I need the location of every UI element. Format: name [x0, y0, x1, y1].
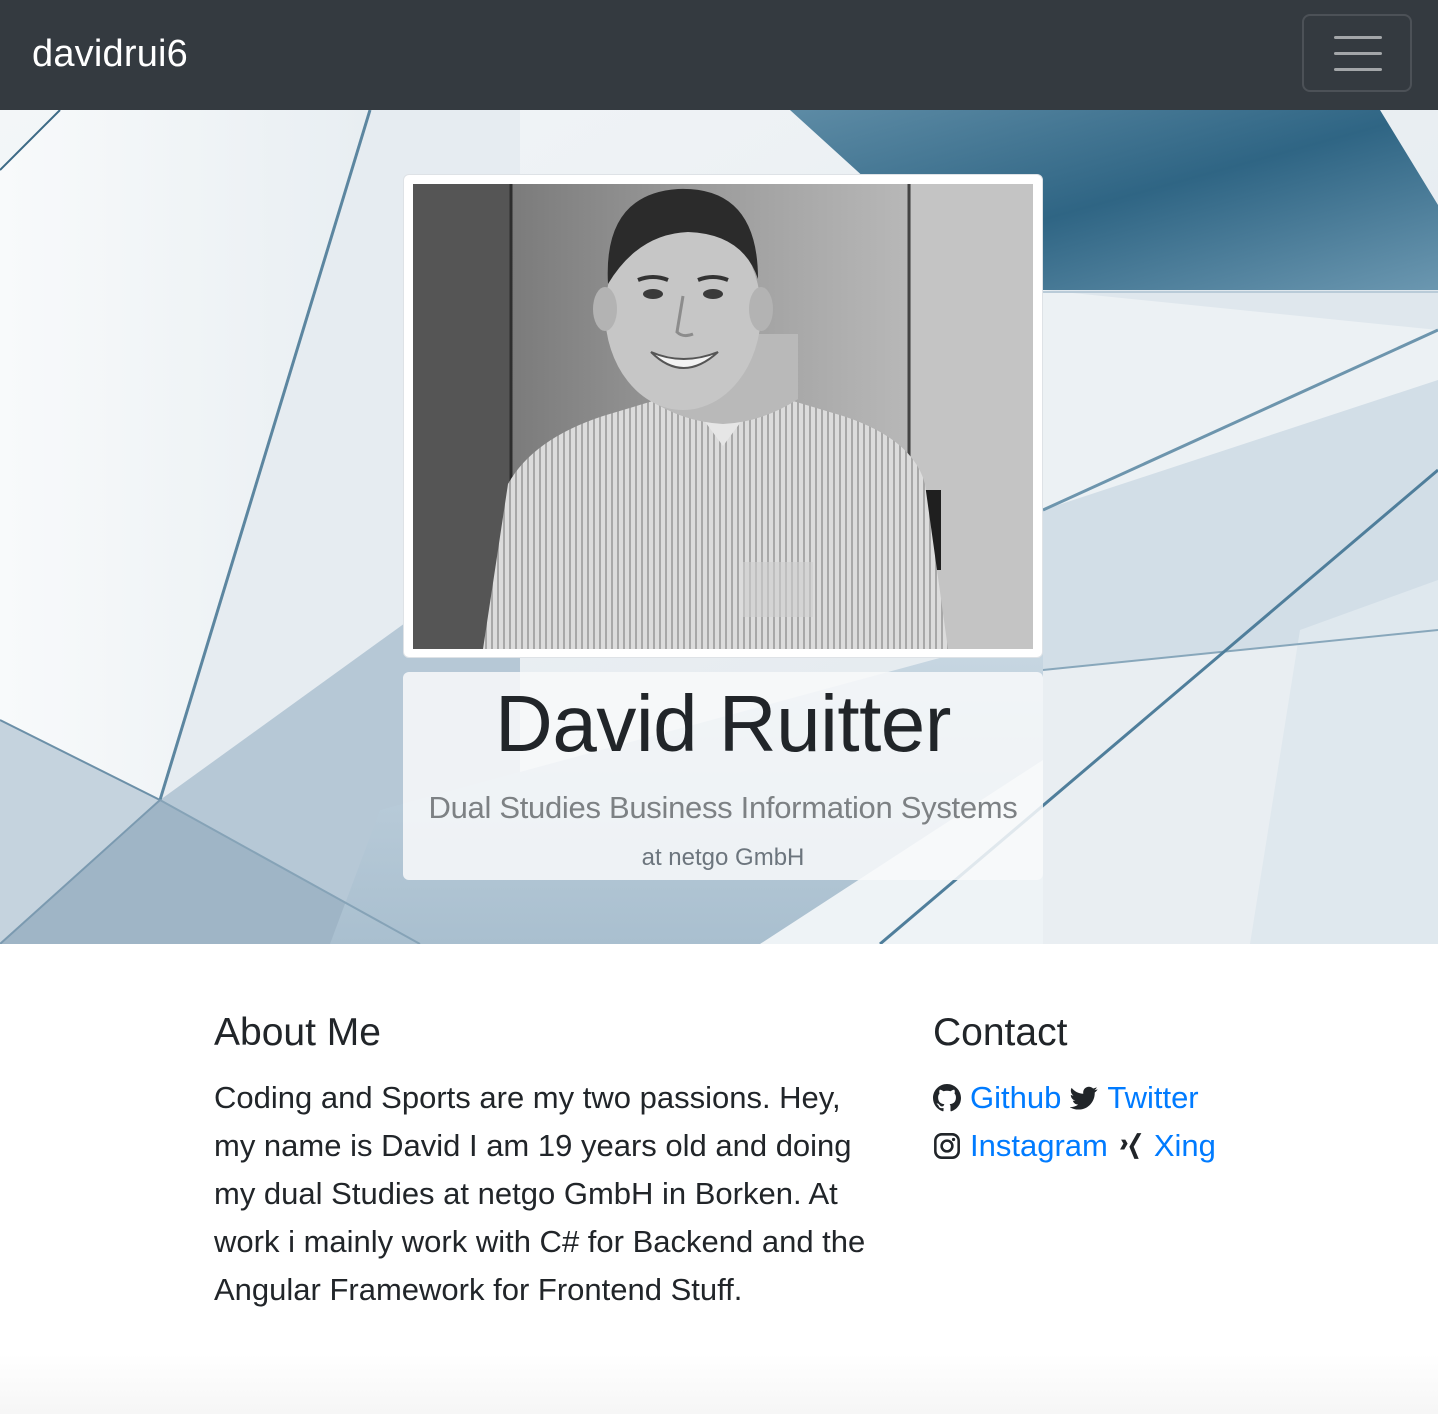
xing-link[interactable]: Xing: [1154, 1122, 1216, 1170]
xing-icon: [1117, 1132, 1145, 1160]
hamburger-icon: [1334, 36, 1382, 71]
contact-heading: Contact: [933, 1011, 1068, 1054]
profile-photo-frame: [403, 174, 1043, 658]
contact-row: Github Twitter: [933, 1074, 1208, 1122]
profile-company: at netgo GmbH: [641, 844, 805, 871]
github-link[interactable]: Github: [970, 1074, 1061, 1122]
twitter-link[interactable]: Twitter: [1107, 1074, 1198, 1122]
name-card: David Ruitter Dual Studies Business Info…: [403, 672, 1043, 880]
instagram-link[interactable]: Instagram: [970, 1122, 1108, 1170]
instagram-icon: [933, 1132, 961, 1160]
profile-subtitle: Dual Studies Business Information System…: [428, 790, 1018, 825]
about-text: Coding and Sports are my two passions. H…: [214, 1080, 866, 1307]
profile-name: David Ruitter: [495, 679, 951, 768]
github-icon: [933, 1084, 961, 1112]
hero-section: David Ruitter Dual Studies Business Info…: [0, 110, 1438, 944]
portrait-image: [413, 184, 1033, 649]
navbar: davidrui6: [0, 0, 1438, 110]
profile-photo: [413, 184, 1033, 649]
about-heading: About Me: [214, 1011, 381, 1054]
navbar-toggle-button[interactable]: [1302, 14, 1412, 92]
twitter-icon: [1070, 1084, 1098, 1112]
bottom-shadow: [0, 1354, 1438, 1414]
brand-link[interactable]: davidrui6: [32, 30, 188, 78]
contact-row: Instagram Xing: [933, 1122, 1225, 1170]
